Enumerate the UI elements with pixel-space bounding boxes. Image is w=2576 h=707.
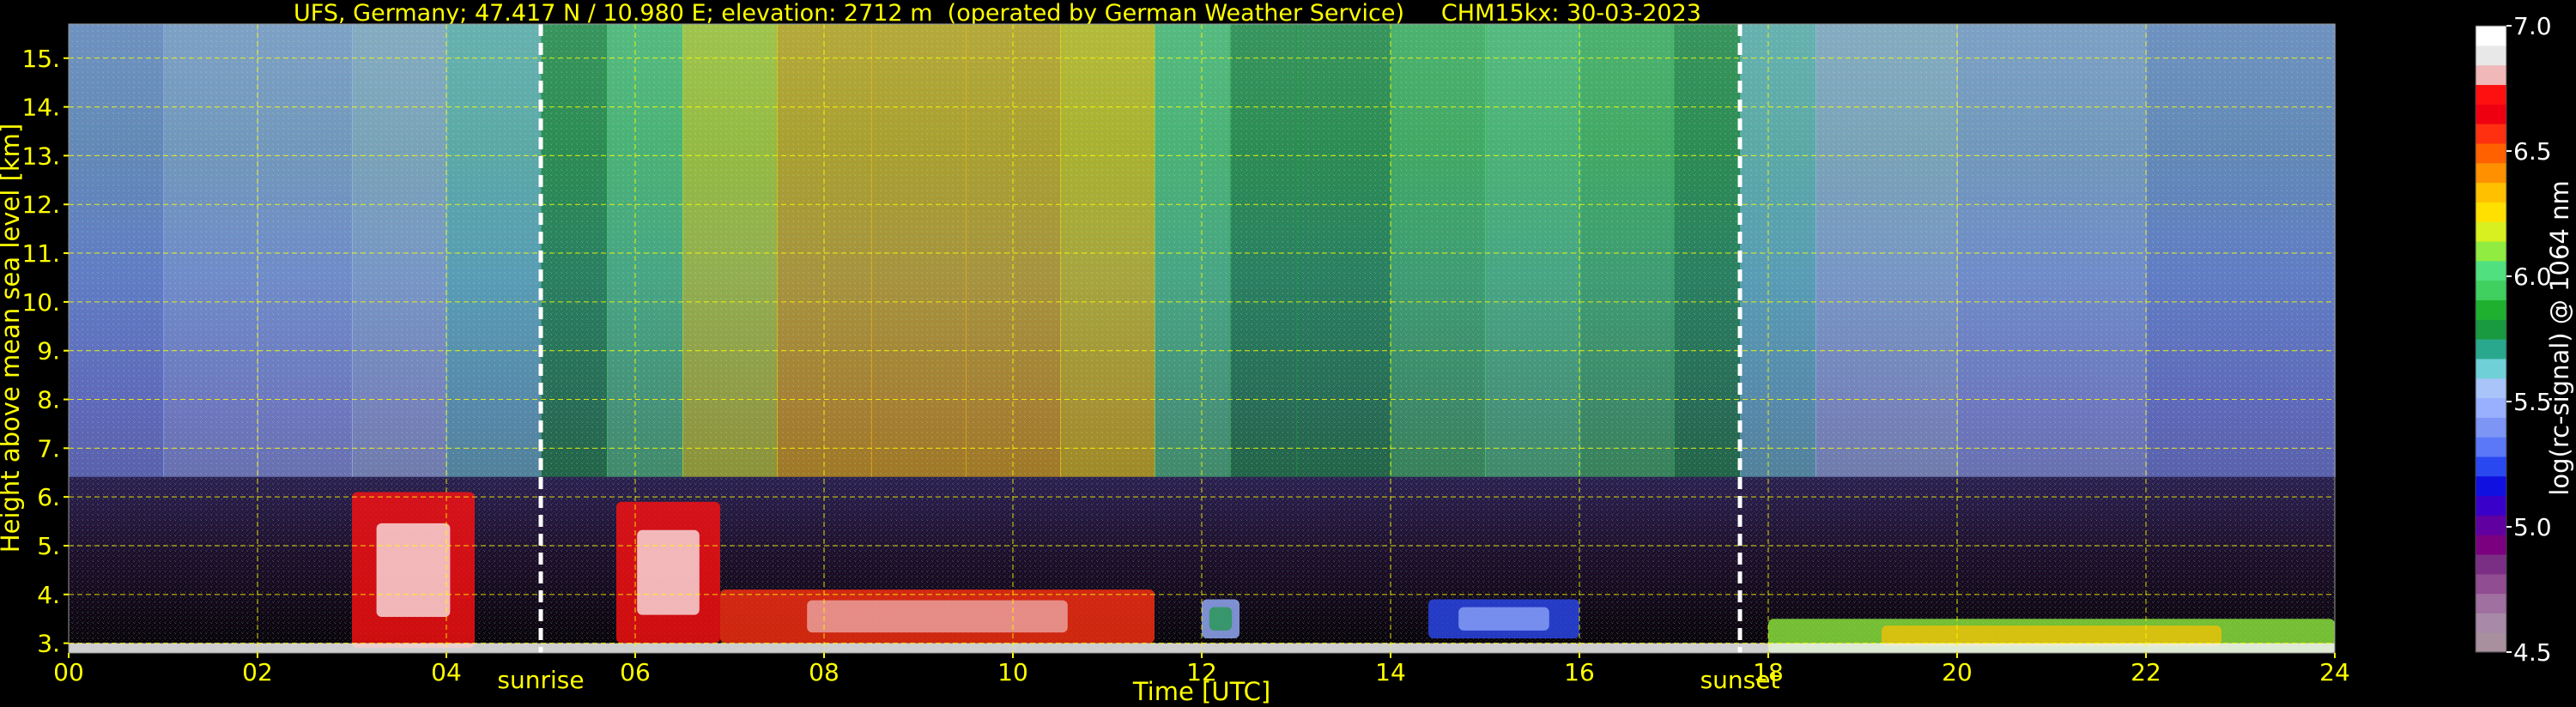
colorbar-segment bbox=[2476, 475, 2506, 497]
colorbar-segment bbox=[2476, 162, 2506, 184]
cloud-core bbox=[637, 529, 700, 615]
colorbar-segment bbox=[2476, 397, 2506, 418]
colorbar-segment bbox=[2476, 319, 2506, 340]
x-tick-label: 18 bbox=[1753, 658, 1784, 686]
ceilometer-chart: UFS, Germany; 47.417 N / 10.980 E; eleva… bbox=[0, 0, 2574, 706]
colorbar-tick-label: 4.5 bbox=[2513, 638, 2552, 667]
colorbar-segment bbox=[2476, 535, 2506, 555]
colorbar-tick-label: 7.0 bbox=[2513, 12, 2552, 40]
cloud-core bbox=[1209, 607, 1233, 631]
cloud-core bbox=[1458, 607, 1549, 631]
colorbar-segment bbox=[2476, 124, 2506, 144]
colorbar-segment bbox=[2476, 182, 2506, 202]
x-tick-label: 04 bbox=[431, 658, 462, 686]
plot-area: sunrise sunset bbox=[68, 23, 2336, 694]
y-tick-label: 12. bbox=[21, 190, 60, 219]
colorbar-segment bbox=[2476, 339, 2506, 360]
colorbar-segment bbox=[2476, 299, 2506, 320]
x-axis-label: Time [UTC] bbox=[1132, 677, 1270, 706]
y-tick-label: 13. bbox=[21, 142, 60, 170]
x-tick-label: 16 bbox=[1564, 658, 1595, 686]
y-tick-label: 3. bbox=[37, 630, 60, 658]
colorbar-segment bbox=[2476, 417, 2506, 438]
cloud-core bbox=[807, 600, 1068, 633]
colorbar-segment bbox=[2476, 515, 2506, 535]
colorbar-segment bbox=[2476, 456, 2506, 477]
colorbar-segment bbox=[2476, 240, 2506, 262]
colorbar-segment bbox=[2476, 142, 2506, 164]
y-tick-label: 9. bbox=[37, 337, 60, 366]
colorbar-segment bbox=[2476, 358, 2506, 379]
colorbar-segment bbox=[2476, 202, 2506, 222]
x-tick-label: 02 bbox=[242, 658, 273, 686]
chart-title: UFS, Germany; 47.417 N / 10.980 E; eleva… bbox=[294, 0, 1701, 27]
colorbar-segment bbox=[2476, 613, 2506, 633]
y-tick-label: 11. bbox=[21, 239, 60, 268]
y-tick-label: 7. bbox=[37, 434, 60, 462]
colorbar-segment bbox=[2476, 553, 2506, 575]
colorbar-segment bbox=[2476, 495, 2506, 516]
y-tick-label: 5. bbox=[37, 532, 60, 560]
colorbar-segment bbox=[2476, 45, 2506, 66]
y-tick-label: 10. bbox=[21, 288, 60, 317]
x-tick-label: 20 bbox=[1942, 658, 1973, 686]
colorbar bbox=[2475, 25, 2507, 653]
x-tick-label: 00 bbox=[53, 658, 84, 686]
x-tick-label: 06 bbox=[620, 658, 651, 686]
colorbar-segment bbox=[2476, 260, 2506, 281]
x-tick-label: 24 bbox=[2319, 658, 2350, 686]
colorbar-segment bbox=[2476, 437, 2506, 457]
x-tick-label: 08 bbox=[809, 658, 839, 686]
colorbar-segment bbox=[2476, 573, 2506, 595]
y-axis-ticks: 3. 4. 5. 6. 7. 8. 9. 10. 11. 12. 13. 14. 15. bbox=[21, 45, 69, 658]
y-tick-label: 4. bbox=[37, 581, 60, 609]
x-tick-label: 14 bbox=[1375, 658, 1406, 686]
y-tick-label: 6. bbox=[37, 483, 60, 511]
y-tick-label: 8. bbox=[37, 386, 60, 414]
colorbar-tick-label: 5.0 bbox=[2513, 513, 2552, 541]
colorbar-segment bbox=[2476, 221, 2506, 242]
cloud-core bbox=[376, 523, 451, 617]
colorbar-segment bbox=[2476, 632, 2506, 653]
colorbar-segment bbox=[2476, 280, 2506, 300]
y-axis-label: Height above mean sea level [km] bbox=[0, 124, 25, 553]
x-tick-label: 22 bbox=[2131, 658, 2161, 686]
colorbar-segment bbox=[2476, 26, 2506, 46]
colorbar-segment bbox=[2476, 64, 2506, 86]
y-tick-label: 15. bbox=[21, 45, 60, 73]
sunrise-label: sunrise bbox=[497, 666, 584, 694]
colorbar-segment bbox=[2476, 378, 2506, 399]
colorbar-tick-label: 6.5 bbox=[2513, 137, 2552, 166]
colorbar-segment bbox=[2476, 84, 2506, 105]
colorbar-segment bbox=[2476, 104, 2506, 124]
x-tick-label: 10 bbox=[997, 658, 1028, 686]
y-tick-label: 14. bbox=[21, 94, 60, 122]
colorbar-segment bbox=[2476, 593, 2506, 613]
colorbar-label: log(rc-signal) @ 1064 nm bbox=[2545, 180, 2574, 495]
